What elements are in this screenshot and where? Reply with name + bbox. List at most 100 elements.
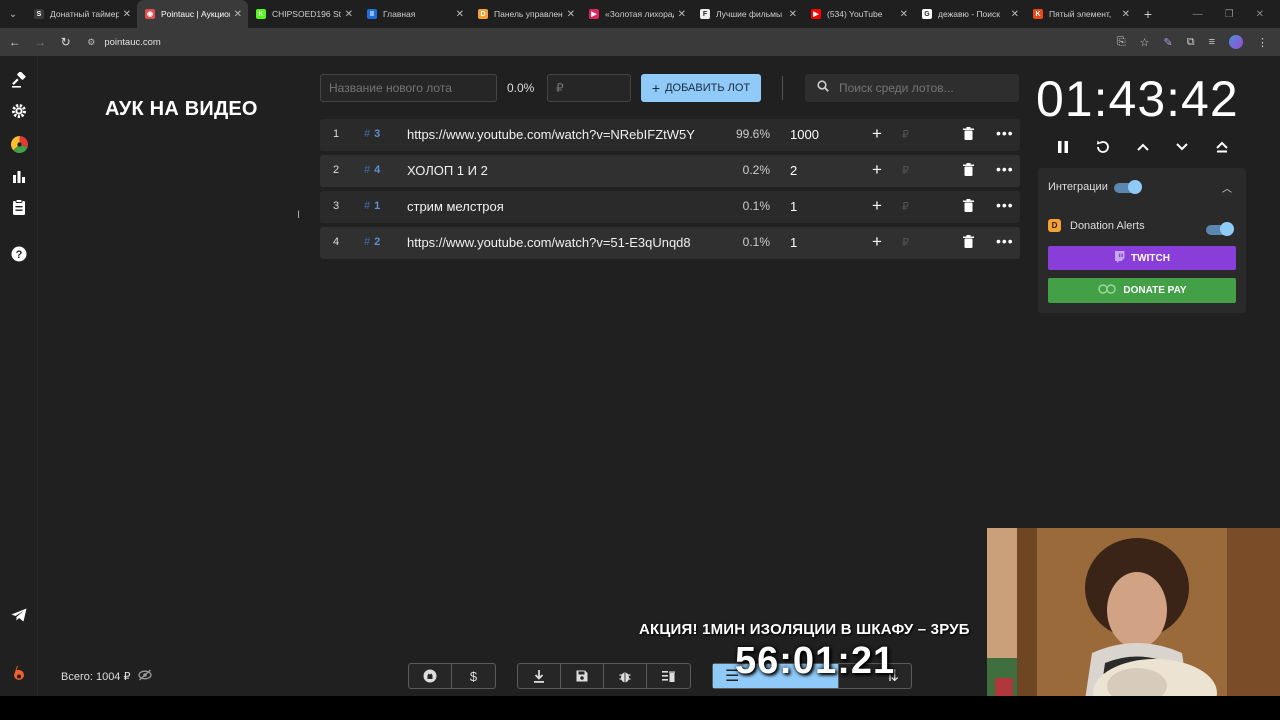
- url-field[interactable]: ⚙ pointauc.com: [84, 31, 1117, 53]
- download-icon[interactable]: [518, 664, 561, 688]
- statistics-bar-chart-icon[interactable]: [9, 166, 29, 186]
- telegram-icon[interactable]: [9, 605, 29, 625]
- browser-tab[interactable]: ▶ «Золотая лихорадка» ✕: [581, 0, 692, 28]
- delete-trash-icon[interactable]: [963, 163, 974, 179]
- save-icon[interactable]: [561, 664, 604, 688]
- tab-close-icon[interactable]: ✕: [789, 9, 797, 20]
- lot-name[interactable]: стрим мелстроя: [407, 199, 504, 214]
- tab-close-icon[interactable]: ✕: [345, 9, 353, 20]
- profile-avatar[interactable]: [1229, 35, 1244, 49]
- add-amount-plus-icon[interactable]: +: [872, 232, 882, 252]
- boosty-icon[interactable]: [9, 664, 29, 684]
- new-tab-button[interactable]: +: [1136, 6, 1160, 22]
- extension-pen-icon[interactable]: ✎: [1164, 36, 1173, 49]
- lot-name[interactable]: ХОЛОП 1 И 2: [407, 163, 488, 178]
- tab-close-icon[interactable]: ✕: [1011, 9, 1019, 20]
- browser-menu-icon[interactable]: ⋮: [1257, 36, 1268, 49]
- browser-tab[interactable]: II Главная ✕: [359, 0, 470, 28]
- tab-close-icon[interactable]: ✕: [678, 9, 686, 20]
- donate-dollar-icon[interactable]: $: [452, 664, 495, 688]
- donation-alerts-icon: D: [1048, 219, 1061, 232]
- lot-row[interactable]: 4 #2 https://www.youtube.com/watch?v=51-E3…: [320, 227, 1020, 259]
- add-amount-plus-icon[interactable]: +: [872, 196, 882, 216]
- auction-gavel-icon[interactable]: [9, 70, 29, 90]
- lot-amount[interactable]: 1: [790, 235, 797, 250]
- minimize-icon[interactable]: —: [1193, 9, 1203, 20]
- browser-tab[interactable]: Gдежавю - Поиск ✕: [914, 0, 1025, 28]
- browser-tab[interactable]: ▶ (534) YouTube ✕: [803, 0, 914, 28]
- history-clipboard-icon[interactable]: [9, 197, 29, 217]
- tab-close-icon[interactable]: ✕: [123, 9, 131, 20]
- reload-icon[interactable]: ↻: [55, 35, 76, 49]
- more-options-icon[interactable]: •••: [996, 161, 1014, 177]
- chevron-down-icon[interactable]: [1169, 136, 1195, 158]
- browser-tab[interactable]: K CHIPSOED196 Stream ✕: [248, 0, 359, 28]
- donation-alerts-toggle[interactable]: [1206, 222, 1234, 236]
- restore-icon[interactable]: ❐: [1225, 9, 1234, 20]
- browser-tab[interactable]: D Панель управления ✕: [470, 0, 581, 28]
- lot-add-amount-input[interactable]: ₽: [902, 164, 909, 177]
- pause-icon[interactable]: [1050, 136, 1076, 158]
- more-options-icon[interactable]: •••: [996, 233, 1014, 249]
- collapse-chevron-icon[interactable]: ︿: [1222, 180, 1232, 195]
- eye-hidden-icon[interactable]: [138, 669, 153, 684]
- lot-amount[interactable]: 1: [790, 199, 797, 214]
- tab-close-icon[interactable]: ✕: [234, 9, 242, 20]
- integrations-toggle[interactable]: [1114, 180, 1142, 194]
- add-lot-button[interactable]: + ДОБАВИТЬ ЛОТ: [641, 74, 761, 102]
- lot-amount[interactable]: 1000: [790, 127, 819, 142]
- tab-close-icon[interactable]: ✕: [1122, 9, 1130, 20]
- settings-gear-icon[interactable]: [9, 101, 29, 121]
- browser-tab[interactable]: ◉ Pointauc | Аукцион ✕: [137, 0, 248, 28]
- lot-row[interactable]: 3 #1 стрим мелстроя 0.1% 1 + ₽ •••: [320, 191, 1020, 223]
- more-options-icon[interactable]: •••: [996, 125, 1014, 141]
- lot-name[interactable]: https://www.youtube.com/watch?v=NRebIFZt…: [407, 127, 695, 142]
- new-lot-percent: 0.0%: [507, 81, 535, 95]
- lot-row[interactable]: 1 #3 https://www.youtube.com/watch?v=NRebI…: [320, 119, 1020, 151]
- github-icon[interactable]: [409, 664, 452, 688]
- browser-tab[interactable]: K Пятый элемент, ✕: [1025, 0, 1136, 28]
- tab-close-icon[interactable]: ✕: [900, 9, 908, 20]
- lot-search[interactable]: [805, 74, 1019, 102]
- delete-trash-icon[interactable]: [963, 235, 974, 251]
- add-amount-plus-icon[interactable]: +: [872, 124, 882, 144]
- lot-add-amount-input[interactable]: ₽: [902, 236, 909, 249]
- browser-tab[interactable]: S Донатный таймер ✕: [26, 0, 137, 28]
- new-lot-name-input[interactable]: [320, 74, 497, 102]
- tab-search-icon[interactable]: ⌄: [0, 0, 26, 28]
- close-window-icon[interactable]: ✕: [1256, 9, 1264, 20]
- clear-list-icon[interactable]: [647, 664, 690, 688]
- lot-amount[interactable]: 2: [790, 163, 797, 178]
- lot-name[interactable]: https://www.youtube.com/watch?v=51-E3qUn…: [407, 235, 691, 250]
- tab-close-icon[interactable]: ✕: [456, 9, 464, 20]
- extensions-icon[interactable]: ⧉: [1187, 36, 1195, 49]
- back-icon[interactable]: ←: [4, 35, 25, 49]
- browser-tab[interactable]: F Лучшие фильмы ✕: [692, 0, 803, 28]
- tab-close-icon[interactable]: ✕: [567, 9, 575, 20]
- double-chevron-up-icon[interactable]: [1209, 136, 1235, 158]
- bookmark-star-icon[interactable]: ☆: [1140, 36, 1150, 49]
- forward-icon[interactable]: →: [29, 35, 50, 49]
- new-lot-amount-input[interactable]: [547, 74, 631, 102]
- site-info-icon[interactable]: ⚙: [84, 35, 98, 49]
- reset-icon[interactable]: [1090, 136, 1116, 158]
- search-input[interactable]: [839, 81, 1009, 95]
- more-options-icon[interactable]: •••: [996, 197, 1014, 213]
- auction-timer: 01:43:42: [1036, 71, 1239, 127]
- add-amount-plus-icon[interactable]: +: [872, 160, 882, 180]
- delete-trash-icon[interactable]: [963, 127, 974, 143]
- wheel-pie-icon[interactable]: [9, 134, 29, 154]
- chevron-up-icon[interactable]: [1130, 136, 1156, 158]
- translate-icon[interactable]: ⎘: [1117, 36, 1126, 49]
- lot-add-amount-input[interactable]: ₽: [902, 128, 909, 141]
- tab-favicon-icon: K: [1033, 9, 1043, 19]
- bug-report-icon[interactable]: [604, 664, 647, 688]
- help-question-icon[interactable]: ?: [9, 244, 29, 264]
- integrations-title: Интеграции: [1048, 181, 1108, 193]
- delete-trash-icon[interactable]: [963, 199, 974, 215]
- twitch-button[interactable]: TWITCH: [1048, 246, 1236, 270]
- lot-add-amount-input[interactable]: ₽: [902, 200, 909, 213]
- lot-row[interactable]: 2 #4 ХОЛОП 1 И 2 0.2% 2 + ₽ •••: [320, 155, 1020, 187]
- donate-pay-button[interactable]: DONATE PAY: [1048, 278, 1236, 303]
- tab-list-icon[interactable]: ≡: [1209, 36, 1215, 48]
